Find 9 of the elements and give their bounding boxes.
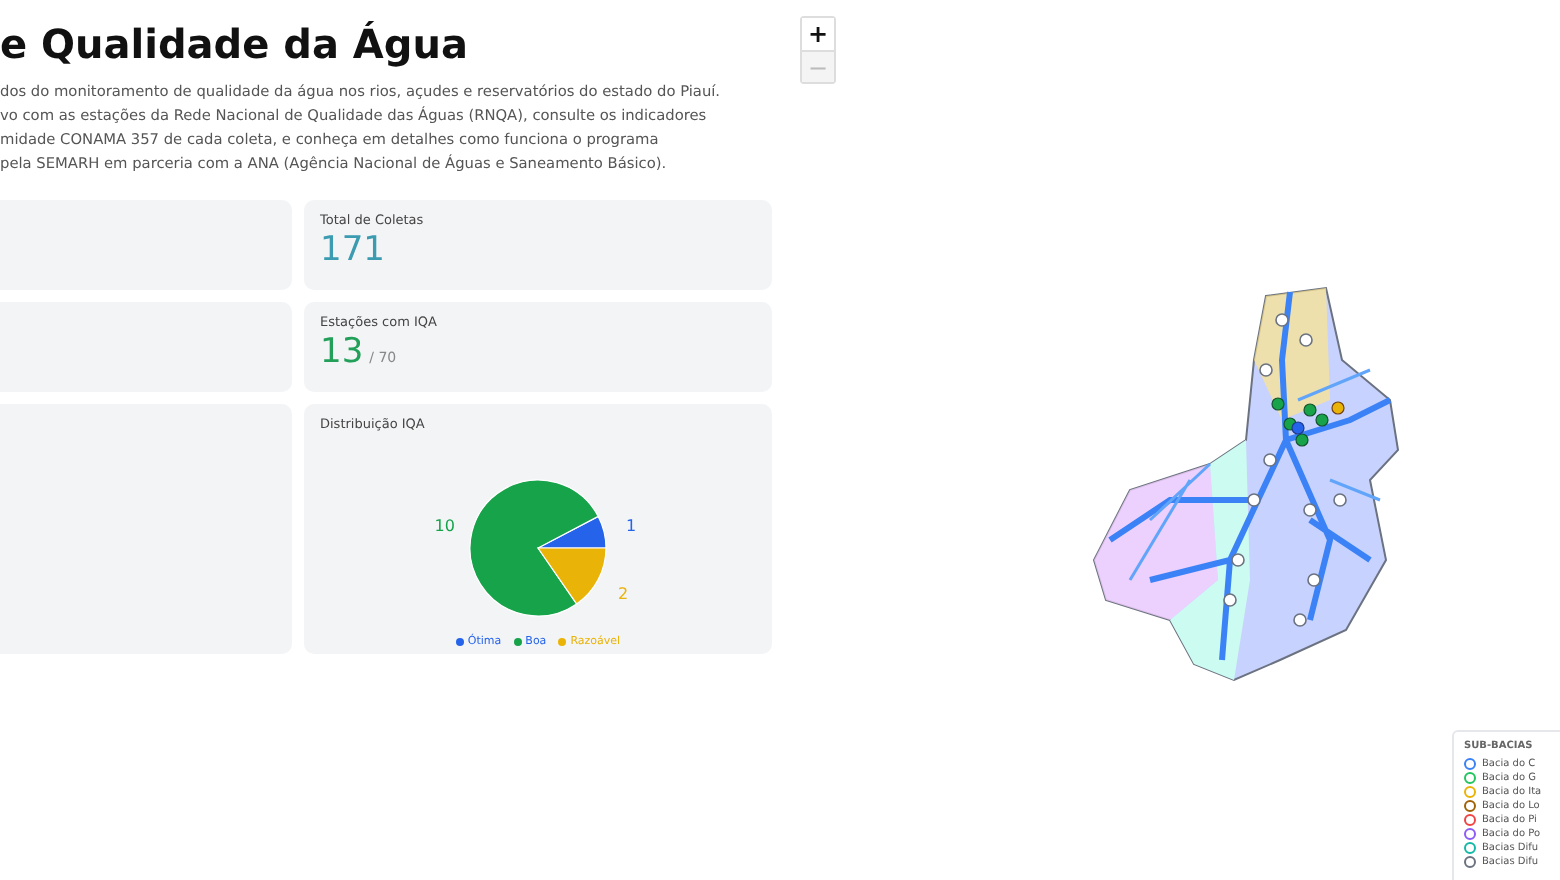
slice-label: 2 [617, 584, 629, 603]
stat-value: 13 [320, 330, 364, 374]
legend-dot [455, 638, 464, 646]
legend-dot [513, 638, 522, 646]
page-title: e Qualidade da Água [0, 20, 470, 68]
stat-value: 171 [320, 228, 385, 272]
slice-label: 1 [626, 517, 637, 536]
legend-dot [558, 638, 567, 646]
slice-label: 10 [434, 517, 455, 536]
